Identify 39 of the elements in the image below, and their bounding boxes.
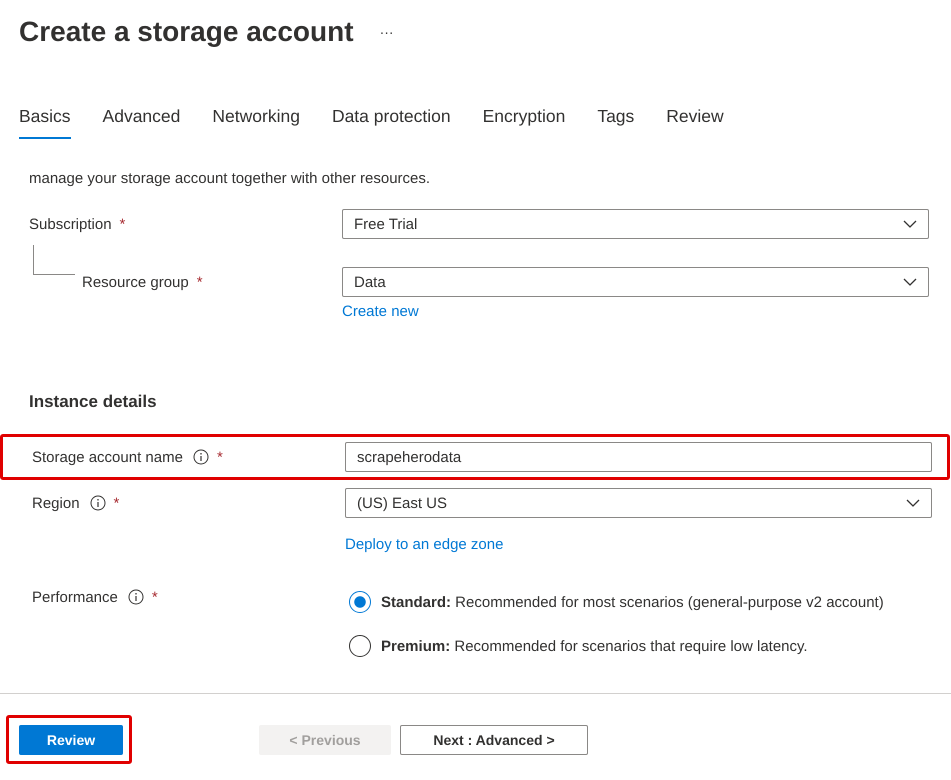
link[interactable]: Create new xyxy=(342,303,419,320)
dropdown[interactable]: (US) East US xyxy=(345,488,932,518)
field-label: Performance xyxy=(32,589,118,606)
dropdown[interactable]: Data xyxy=(342,267,929,297)
section-heading: Instance details xyxy=(29,392,158,412)
page-title: Create a storage account xyxy=(19,16,354,48)
info-icon[interactable] xyxy=(192,449,209,465)
required-mark: * xyxy=(196,274,203,290)
link[interactable]: Deploy to an edge zone xyxy=(345,536,504,553)
input-field[interactable]: scrapeherodata xyxy=(345,442,932,472)
field-label: Subscription xyxy=(29,216,112,232)
option-label: Standard: Recommended for most scenarios (general-purpose v2 account) xyxy=(381,594,884,610)
field-label: Storage account name xyxy=(32,448,183,466)
review-button[interactable]: Review xyxy=(19,725,123,755)
info-icon[interactable] xyxy=(90,495,106,511)
tab[interactable]: Advanced xyxy=(102,106,180,139)
tab[interactable]: Data protection xyxy=(332,106,451,139)
chevron-down-icon xyxy=(903,278,917,286)
chevron-down-icon xyxy=(903,220,917,228)
field-label: Region xyxy=(32,494,80,512)
required-mark: * xyxy=(216,448,223,466)
radio-button[interactable] xyxy=(349,635,371,657)
required-mark: * xyxy=(114,494,120,512)
tab[interactable]: Tags xyxy=(597,106,634,139)
info-icon[interactable] xyxy=(128,589,144,605)
intro-text: manage your storage account together with other resources. xyxy=(29,169,432,189)
chevron-down-icon xyxy=(906,499,920,507)
required-mark: * xyxy=(152,589,158,606)
tab[interactable]: Encryption xyxy=(482,106,566,139)
field-label: Resource group xyxy=(82,274,189,290)
dropdown[interactable]: Free Trial xyxy=(342,209,929,239)
radio-button[interactable] xyxy=(349,591,371,613)
tab[interactable]: Basics xyxy=(19,106,71,139)
tab[interactable]: Review xyxy=(666,106,724,139)
tab[interactable]: Networking xyxy=(212,106,300,139)
option-label: Premium: Recommended for scenarios that require low latency. xyxy=(381,638,808,654)
next-button[interactable]: Next : Advanced > xyxy=(400,724,588,754)
more-button[interactable]: ··· xyxy=(380,24,394,40)
required-mark: * xyxy=(120,216,126,232)
